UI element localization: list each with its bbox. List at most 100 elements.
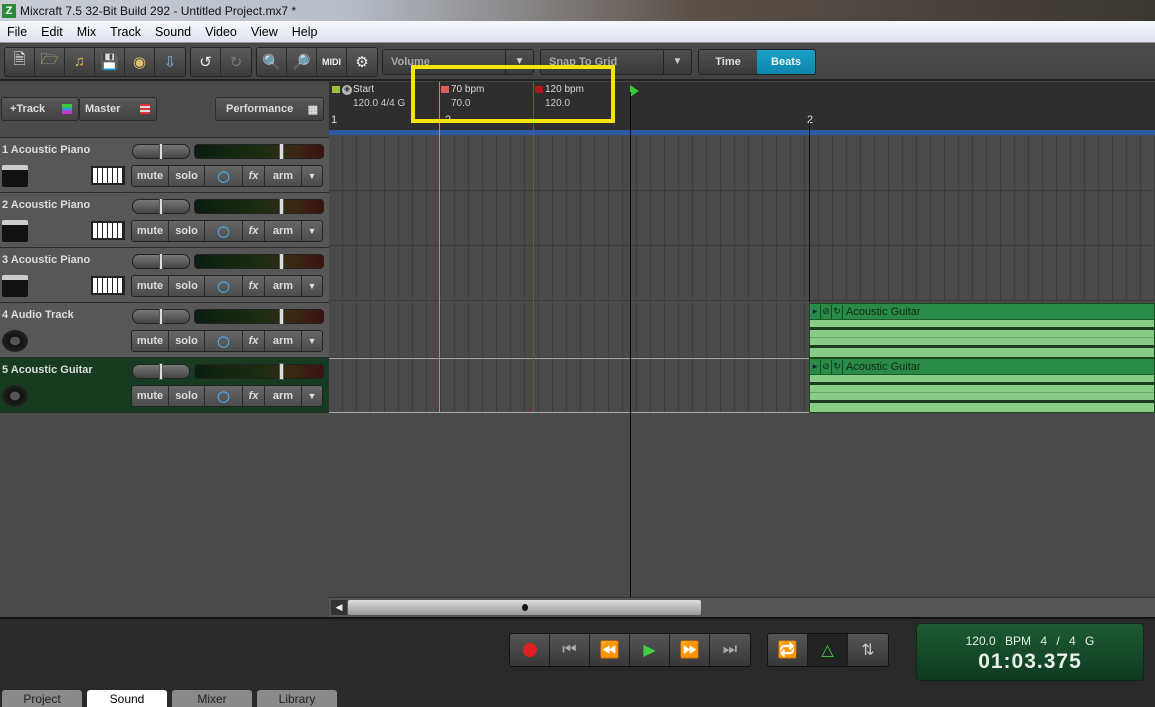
master-button[interactable]: Master <box>79 97 157 121</box>
menu-track[interactable]: Track <box>103 25 148 39</box>
solo-button[interactable]: solo <box>169 166 205 186</box>
zoom-out-icon[interactable]: 🔎 <box>287 47 317 76</box>
burn-cd-icon[interactable]: ◉ <box>125 47 155 76</box>
pan-knob[interactable] <box>159 143 163 160</box>
pan-knob[interactable] <box>159 363 163 380</box>
tab-sound[interactable]: Sound <box>87 690 167 707</box>
keyboard-instrument-icon[interactable] <box>2 275 28 297</box>
tab-mixer[interactable]: Mixer <box>172 690 252 707</box>
pan-slider[interactable] <box>132 253 190 270</box>
mute-button[interactable]: mute <box>132 221 169 241</box>
track-header[interactable]: 5 Acoustic Guitar mute solo ◯ fx arm ▼ <box>0 358 329 413</box>
volume-slider[interactable] <box>194 308 324 325</box>
open-folder-icon[interactable]: 🗁 <box>35 47 65 76</box>
pan-knob[interactable] <box>159 308 163 325</box>
tab-project[interactable]: Project <box>2 690 82 707</box>
speaker-audio-icon[interactable] <box>2 330 28 352</box>
settings-gear-icon[interactable]: ⚙ <box>347 47 377 76</box>
midi-icon[interactable]: MIDI <box>317 47 347 76</box>
arm-button[interactable]: arm <box>265 221 302 241</box>
playhead-line[interactable] <box>630 92 631 597</box>
new-file-icon[interactable]: 🗎 <box>5 47 35 76</box>
clip-mute-icon[interactable]: ⊘ <box>821 304 832 319</box>
menu-help[interactable]: Help <box>285 25 325 39</box>
add-track-button[interactable]: +Track <box>1 97 79 121</box>
track-header[interactable]: 2 Acoustic Piano mute solo ◯ fx arm ▼ <box>0 193 329 248</box>
menu-sound[interactable]: Sound <box>148 25 198 39</box>
solo-button[interactable]: solo <box>169 276 205 296</box>
track-header[interactable]: 3 Acoustic Piano mute solo ◯ fx arm ▼ <box>0 248 329 303</box>
scroll-left-arrow-icon[interactable]: ◀ <box>331 600 347 615</box>
performance-button[interactable]: Performance ▦ <box>215 97 324 121</box>
menu-video[interactable]: Video <box>198 25 244 39</box>
track-name[interactable]: 4 Audio Track <box>2 309 74 321</box>
clip-mute-icon[interactable]: ⊘ <box>821 359 832 374</box>
arm-button[interactable]: arm <box>265 166 302 186</box>
mute-button[interactable]: mute <box>132 331 169 351</box>
undo-icon[interactable]: ↺ <box>191 47 221 76</box>
track-menu-chevron-icon[interactable]: ▼ <box>302 166 322 186</box>
track-header[interactable]: 4 Audio Track mute solo ◯ fx arm ▼ <box>0 303 329 358</box>
pan-slider[interactable] <box>132 198 190 215</box>
pan-knob[interactable] <box>159 253 163 270</box>
arm-button[interactable]: arm <box>265 331 302 351</box>
volume-knob[interactable] <box>279 198 284 215</box>
rewind-button[interactable]: ⏪ <box>590 634 630 666</box>
loop-region-bar[interactable] <box>329 130 1155 135</box>
pan-slider[interactable] <box>132 143 190 160</box>
piano-keys-icon[interactable] <box>91 221 125 240</box>
pan-slider[interactable] <box>132 308 190 325</box>
menu-mix[interactable]: Mix <box>70 25 103 39</box>
track-name[interactable]: 2 Acoustic Piano <box>2 199 90 211</box>
solo-button[interactable]: solo <box>169 331 205 351</box>
solo-button[interactable]: solo <box>169 221 205 241</box>
import-audio-icon[interactable]: ⇩ <box>155 47 185 76</box>
play-cursor-icon[interactable] <box>630 85 639 97</box>
volume-slider[interactable] <box>194 253 324 270</box>
mute-button[interactable]: mute <box>132 166 169 186</box>
track-lane-3[interactable] <box>329 246 1155 301</box>
go-to-start-button[interactable]: ⏮ <box>550 634 590 666</box>
metronome-button[interactable]: △ <box>808 634 848 666</box>
save-icon[interactable]: 💾 <box>95 47 125 76</box>
track-menu-chevron-icon[interactable]: ▼ <box>302 276 322 296</box>
volume-knob[interactable] <box>279 143 284 160</box>
menu-view[interactable]: View <box>244 25 285 39</box>
clip-play-icon[interactable]: ▸ <box>810 359 821 374</box>
redo-icon[interactable]: ↻ <box>221 47 251 76</box>
arm-button[interactable]: arm <box>265 386 302 406</box>
automation-nodes-icon[interactable]: ◯ <box>205 386 243 406</box>
play-button[interactable]: ▶ <box>630 634 670 666</box>
tab-library[interactable]: Library <box>257 690 337 707</box>
clip-loop-icon[interactable]: ↻ <box>832 304 843 319</box>
fx-button[interactable]: fx <box>243 276 265 296</box>
scrollbar-thumb[interactable] <box>348 600 701 615</box>
volume-knob[interactable] <box>279 253 284 270</box>
timeline-area[interactable]: ◉ Start 120.0 4/4 G 70 bpm 70.0 120 bpm … <box>329 82 1155 597</box>
solo-button[interactable]: solo <box>169 386 205 406</box>
menu-file[interactable]: File <box>0 25 34 39</box>
volume-knob[interactable] <box>279 363 284 380</box>
start-marker-flag-icon[interactable] <box>332 86 340 93</box>
audio-clip[interactable]: ▸ ⊘ ↻ Acoustic Guitar <box>809 358 1155 413</box>
fx-button[interactable]: fx <box>243 221 265 241</box>
mixdown-button[interactable]: ⇅ <box>848 634 888 666</box>
time-button[interactable]: Time <box>699 49 757 74</box>
clip-play-icon[interactable]: ▸ <box>810 304 821 319</box>
mute-button[interactable]: mute <box>132 276 169 296</box>
automation-nodes-icon[interactable]: ◯ <box>205 331 243 351</box>
keyboard-instrument-icon[interactable] <box>2 165 28 187</box>
track-menu-chevron-icon[interactable]: ▼ <box>302 221 322 241</box>
track-lane-1[interactable] <box>329 136 1155 191</box>
loop-button[interactable]: 🔁 <box>768 634 808 666</box>
volume-slider[interactable] <box>194 363 324 380</box>
fast-forward-button[interactable]: ⏩ <box>670 634 710 666</box>
track-menu-chevron-icon[interactable]: ▼ <box>302 386 322 406</box>
track-header[interactable]: 1 Acoustic Piano mute solo ◯ fx arm ▼ <box>0 138 329 193</box>
fx-button[interactable]: fx <box>243 331 265 351</box>
volume-slider[interactable] <box>194 143 324 160</box>
mute-button[interactable]: mute <box>132 386 169 406</box>
track-lane-2[interactable] <box>329 191 1155 246</box>
track-name[interactable]: 1 Acoustic Piano <box>2 144 90 156</box>
menu-edit[interactable]: Edit <box>34 25 70 39</box>
